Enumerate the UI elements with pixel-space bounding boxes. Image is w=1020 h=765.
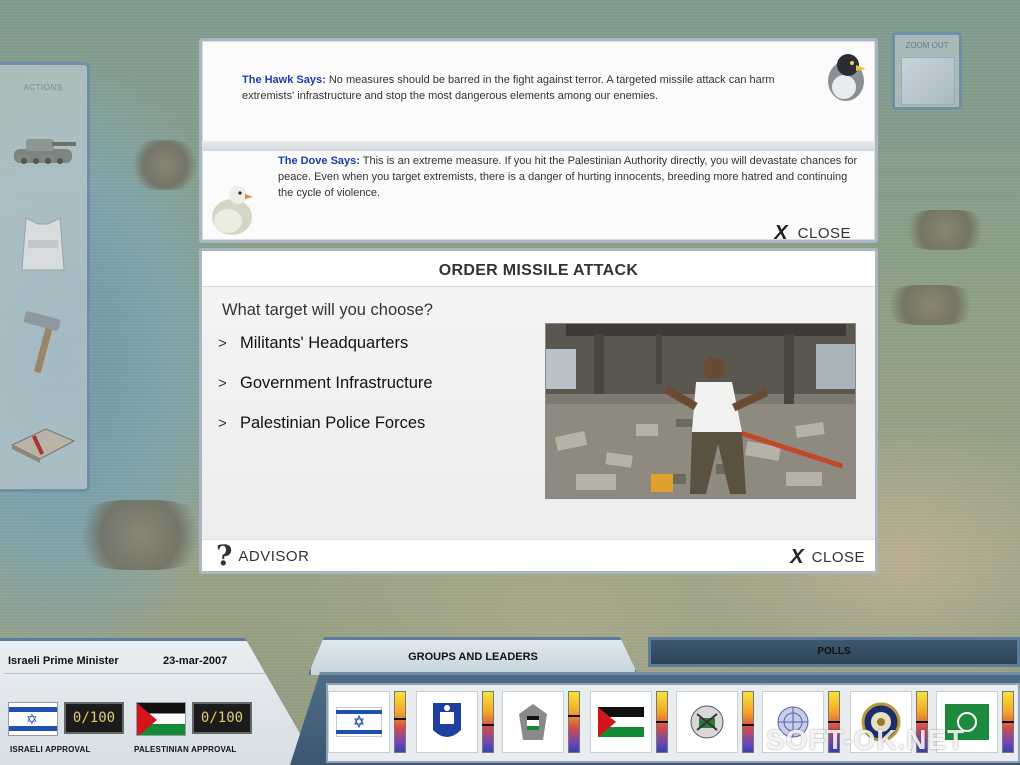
meter-marker (828, 721, 840, 723)
hammer-icon[interactable] (6, 305, 80, 377)
chevron-right-icon: > (218, 374, 227, 392)
meter-marker (656, 721, 668, 723)
meter-marker (482, 724, 494, 726)
actions-title: ACTIONS (23, 83, 63, 92)
actions-panel: ACTIONS (0, 62, 90, 492)
palestinian-authority-emblem-icon (502, 691, 564, 753)
emblem-icon (416, 691, 478, 753)
advisor-button[interactable]: ? ADVISOR (216, 542, 309, 570)
meter-marker (916, 721, 928, 723)
map-rubble (70, 500, 210, 570)
leader-hamas[interactable] (676, 691, 756, 759)
dialog-close-label: CLOSE (811, 548, 865, 566)
tab-groups-and-leaders[interactable]: GROUPS AND LEADERS (308, 637, 638, 675)
chevron-right-icon: > (218, 334, 227, 352)
vest-icon[interactable] (6, 210, 80, 282)
dialog-footer: ? ADVISOR X CLOSE (202, 539, 875, 571)
map-rubble (880, 285, 980, 325)
watermark: SOFT-OK.NET (766, 724, 966, 755)
close-icon: X (774, 222, 788, 244)
meter-marker (394, 718, 406, 720)
leader-israel[interactable] (328, 691, 408, 759)
advice-separator (202, 141, 875, 151)
question-mark-icon: ? (216, 539, 233, 572)
hawk-speaker: The Hawk Says: (242, 74, 326, 86)
option-government-infrastructure[interactable]: > Government Infrastructure (218, 371, 433, 395)
book-icon[interactable] (6, 405, 80, 477)
israeli-approval-score: 0/100 (64, 702, 124, 734)
hamas-emblem-icon (676, 691, 738, 753)
influence-meter (394, 691, 406, 753)
advisor-label: ADVISOR (238, 547, 310, 565)
dialog-close-button[interactable]: X CLOSE (790, 544, 865, 570)
tab-polls[interactable]: POLLS (648, 637, 1020, 667)
minimap-icon (901, 57, 955, 105)
leader-palestine[interactable] (590, 691, 670, 759)
option-militants-headquarters[interactable]: > Militants' Headquarters (218, 331, 408, 355)
palestine-flag-icon (590, 691, 652, 753)
player-role: Israeli Prime Minister (8, 655, 119, 667)
advice-close-button[interactable]: X CLOSE (774, 222, 851, 244)
israel-flag-icon: ✡ (8, 702, 58, 736)
palestinian-approval-score: 0/100 (192, 702, 252, 734)
israel-flag-icon (328, 691, 390, 753)
tank-icon[interactable] (6, 115, 80, 187)
game-date: 23-mar-2007 (163, 655, 228, 667)
influence-meter (742, 691, 754, 753)
chevron-right-icon: > (218, 414, 227, 432)
meter-marker (568, 715, 580, 717)
dove-advice: The Dove Says: This is an extreme measur… (278, 153, 858, 201)
rubble-photo (545, 323, 856, 499)
option-label: Government Infrastructure (240, 373, 433, 392)
influence-meter (1002, 691, 1014, 753)
meter-marker (742, 724, 754, 726)
leader-palestinian-authority[interactable] (502, 691, 582, 759)
option-label: Palestinian Police Forces (240, 413, 426, 432)
dove-text: This is an extreme measure. If you hit t… (278, 155, 858, 199)
influence-meter (568, 691, 580, 753)
missile-attack-dialog: ORDER MISSILE ATTACK What target will yo… (199, 248, 878, 574)
israeli-approval-label: ISRAELI APPROVAL (10, 745, 91, 754)
bottom-tabs: GROUPS AND LEADERS POLLS (290, 635, 1020, 675)
dialog-question: What target will you choose? (222, 301, 433, 319)
influence-meter (656, 691, 668, 753)
zoom-out-label: ZOOM OUT (905, 41, 949, 50)
close-icon: X (790, 546, 804, 568)
option-label: Militants' Headquarters (240, 333, 409, 352)
influence-meter (482, 691, 494, 753)
hawk-advice: The Hawk Says: No measures should be bar… (242, 72, 812, 104)
zoom-out-button[interactable]: ZOOM OUT (892, 32, 962, 110)
map-rubble (130, 140, 200, 190)
advice-panel: The Hawk Says: No measures should be bar… (199, 38, 878, 243)
dove-icon (208, 179, 258, 242)
hawk-icon (822, 51, 870, 108)
advice-close-label: CLOSE (797, 224, 851, 242)
dialog-title: ORDER MISSILE ATTACK (202, 251, 875, 287)
meter-marker (1002, 721, 1014, 723)
map-rubble (900, 210, 990, 250)
palestine-flag-icon (136, 702, 186, 736)
palestinian-approval-label: PALESTINIAN APPROVAL (134, 745, 237, 754)
option-palestinian-police-forces[interactable]: > Palestinian Police Forces (218, 411, 425, 435)
dove-speaker: The Dove Says: (278, 155, 360, 167)
leader-group-2[interactable] (416, 691, 496, 759)
